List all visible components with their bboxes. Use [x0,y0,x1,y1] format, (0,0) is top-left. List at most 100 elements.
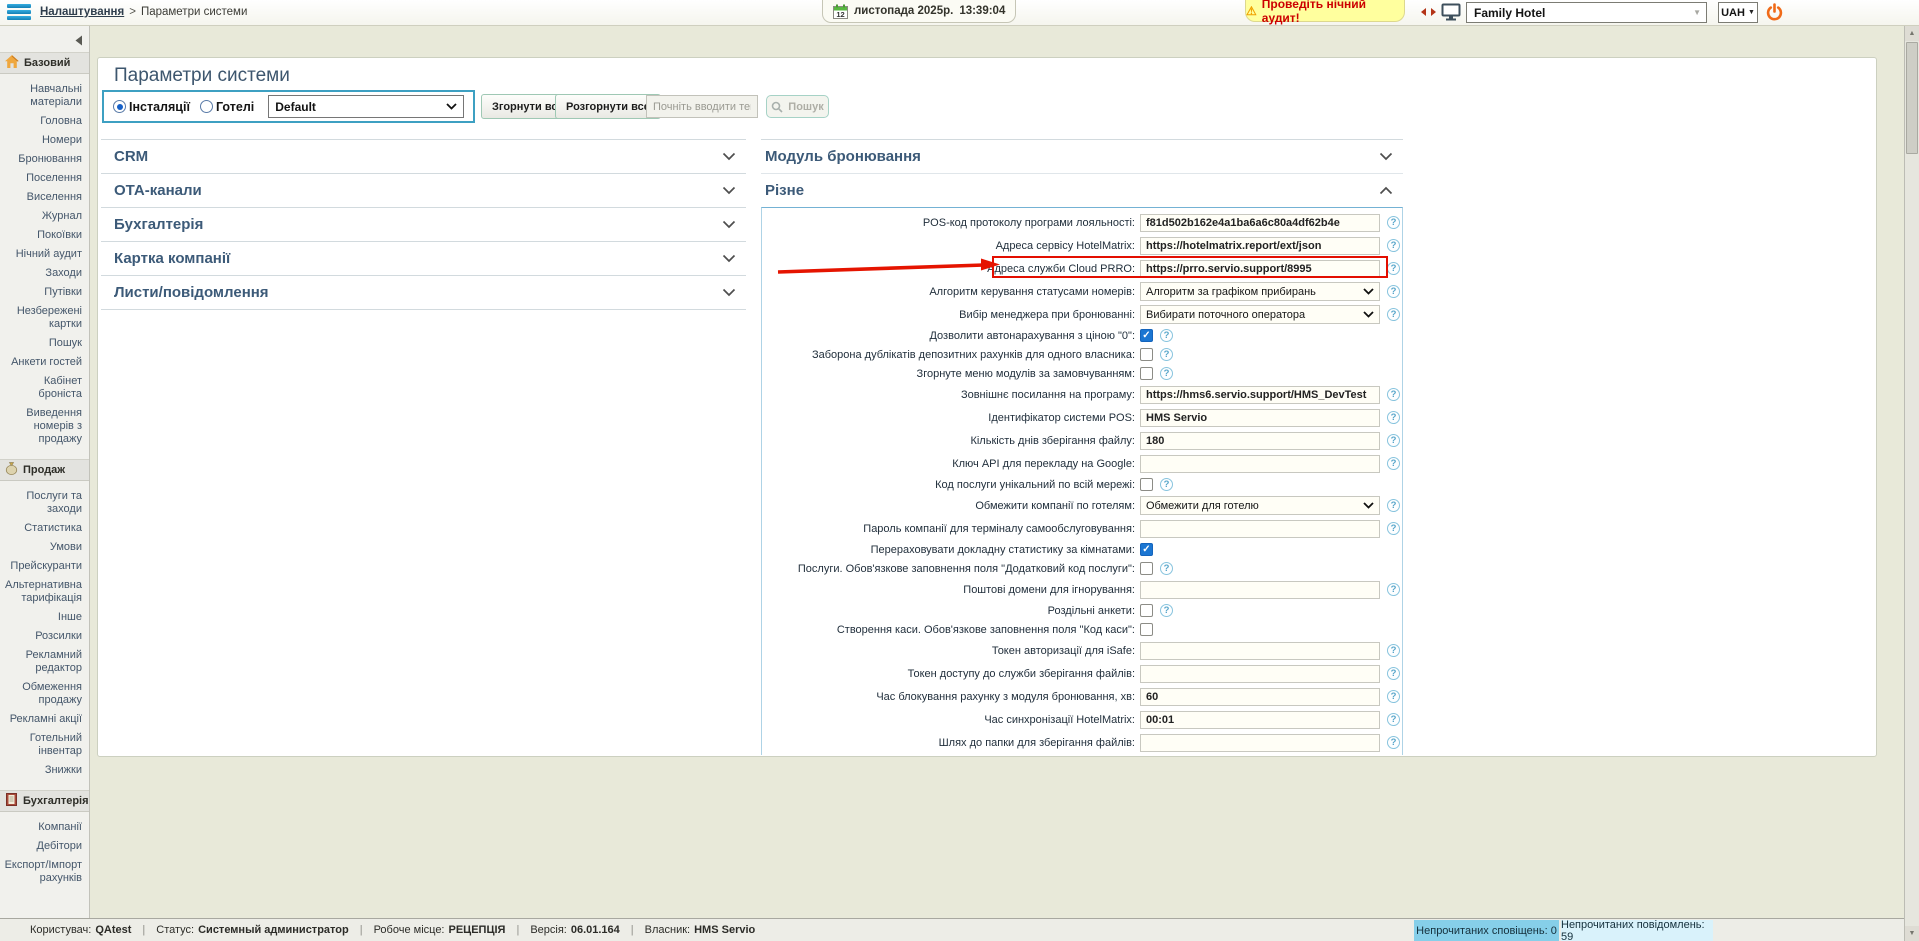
section-header[interactable]: ОТА-канали [101,174,746,208]
help-icon[interactable]: ? [1387,434,1400,447]
workstation-monitor-icon[interactable] [1441,3,1461,21]
radio-hotels[interactable] [200,100,213,113]
help-icon[interactable]: ? [1160,329,1173,342]
sidebar-item[interactable]: Поселення [0,169,89,188]
setting-checkbox[interactable] [1140,562,1153,575]
scroll-up-arrow[interactable]: ▲ [1905,26,1919,41]
setting-text-input[interactable] [1140,386,1380,404]
setting-text-input[interactable] [1140,688,1380,706]
section-header[interactable]: Картка компанії [101,242,746,276]
unread-notifications-badge[interactable]: Непрочитаних сповіщень: 0 [1414,920,1559,941]
setting-select[interactable]: Обмежити для готелю [1140,496,1380,515]
sidebar-item[interactable]: Номери [0,131,89,150]
sidebar-group-header[interactable]: Базовий [0,52,89,74]
help-icon[interactable]: ? [1387,736,1400,749]
setting-text-input[interactable] [1140,432,1380,450]
setting-checkbox[interactable]: ✓ [1140,329,1153,342]
sidebar-item[interactable]: Виведення номерів з продажу [0,404,89,449]
setting-text-input[interactable] [1140,260,1380,278]
section-header-misc[interactable]: Різне [761,174,1403,206]
swap-arrows-icon[interactable] [1420,7,1437,17]
sidebar-item[interactable]: Обмеження продажу [0,678,89,710]
help-icon[interactable]: ? [1160,478,1173,491]
sidebar-item[interactable]: Статистика [0,519,89,538]
section-header[interactable]: Листи/повідомлення [101,276,746,310]
sidebar-item[interactable]: Бронювання [0,150,89,169]
setting-select[interactable]: Вибирати поточного оператора [1140,305,1380,324]
setting-text-input[interactable] [1140,642,1380,660]
currency-select[interactable]: UAH ▼ [1718,2,1758,23]
sidebar-item[interactable]: Дебітори [0,837,89,856]
help-icon[interactable]: ? [1160,367,1173,380]
sidebar-item[interactable]: Експорт/Імпорт рахунків [0,856,89,888]
sidebar-item[interactable]: Навчальні матеріали [0,80,89,112]
help-icon[interactable]: ? [1387,644,1400,657]
profile-select[interactable]: Default [268,95,464,118]
help-icon[interactable]: ? [1160,348,1173,361]
breadcrumb-settings-link[interactable]: Налаштування [40,6,124,18]
sidebar-item[interactable]: Готельний інвентар [0,729,89,761]
sidebar-item[interactable]: Компанії [0,818,89,837]
hamburger-menu-icon[interactable] [7,4,31,22]
unread-messages-badge[interactable]: Непрочитаних повідомлень: 59 [1561,920,1713,941]
sidebar-item[interactable]: Незбережені картки [0,302,89,334]
help-icon[interactable]: ? [1387,583,1400,596]
radio-installations[interactable] [113,100,126,113]
help-icon[interactable]: ? [1387,690,1400,703]
sidebar-item[interactable]: Знижки [0,761,89,780]
setting-text-input[interactable] [1140,214,1380,232]
help-icon[interactable]: ? [1387,411,1400,424]
setting-checkbox[interactable] [1140,604,1153,617]
sidebar-item[interactable]: Прейскуранти [0,557,89,576]
setting-checkbox[interactable] [1140,478,1153,491]
setting-text-input[interactable] [1140,237,1380,255]
sidebar-item[interactable]: Покоївки [0,226,89,245]
sidebar-item[interactable]: Розсилки [0,627,89,646]
sidebar-item[interactable]: Виселення [0,188,89,207]
help-icon[interactable]: ? [1387,262,1400,275]
vertical-scrollbar[interactable]: ▲ ▼ [1904,26,1919,941]
setting-text-input[interactable] [1140,734,1380,752]
sidebar-item[interactable]: Альтернативна тарифікація [0,576,89,608]
sidebar-item[interactable]: Кабінет броніста [0,372,89,404]
help-icon[interactable]: ? [1387,308,1400,321]
sidebar-item[interactable]: Інше [0,608,89,627]
help-icon[interactable]: ? [1160,562,1173,575]
sidebar-item[interactable]: Анкети гостей [0,353,89,372]
setting-checkbox[interactable]: ✓ [1140,543,1153,556]
setting-select[interactable]: Алгоритм за графіком прибирань [1140,282,1380,301]
search-input[interactable] [646,95,758,118]
night-audit-warning-button[interactable]: ⚠ Проведіть нічний аудит! [1245,0,1405,22]
sidebar-item[interactable]: Заходи [0,264,89,283]
help-icon[interactable]: ? [1387,457,1400,470]
setting-text-input[interactable] [1140,409,1380,427]
help-icon[interactable]: ? [1387,667,1400,680]
setting-text-input[interactable] [1140,520,1380,538]
setting-checkbox[interactable] [1140,348,1153,361]
hotel-select[interactable]: Family Hotel ▼ [1466,2,1707,23]
help-icon[interactable]: ? [1160,604,1173,617]
scrollbar-thumb[interactable] [1906,42,1918,154]
setting-text-input[interactable] [1140,665,1380,683]
sidebar-item[interactable]: Головна [0,112,89,131]
sidebar-group-header[interactable]: Продаж [0,459,89,481]
setting-text-input[interactable] [1140,711,1380,729]
setting-checkbox[interactable] [1140,367,1153,380]
sidebar-item[interactable]: Послуги та заходи [0,487,89,519]
help-icon[interactable]: ? [1387,239,1400,252]
sidebar-item[interactable]: Рекламні акції [0,710,89,729]
sidebar-item[interactable]: Пошук [0,334,89,353]
sidebar-item[interactable]: Рекламний редактор [0,646,89,678]
help-icon[interactable]: ? [1387,522,1400,535]
setting-text-input[interactable] [1140,581,1380,599]
power-logout-icon[interactable] [1765,3,1784,22]
section-header[interactable]: CRM [101,140,746,174]
help-icon[interactable]: ? [1387,285,1400,298]
help-icon[interactable]: ? [1387,499,1400,512]
section-header[interactable]: Бухгалтерія [101,208,746,242]
sidebar-item[interactable]: Нічний аудит [0,245,89,264]
section-header-booking-module[interactable]: Модуль бронювання [761,140,1403,174]
help-icon[interactable]: ? [1387,388,1400,401]
setting-text-input[interactable] [1140,455,1380,473]
sidebar-item[interactable]: Умови [0,538,89,557]
